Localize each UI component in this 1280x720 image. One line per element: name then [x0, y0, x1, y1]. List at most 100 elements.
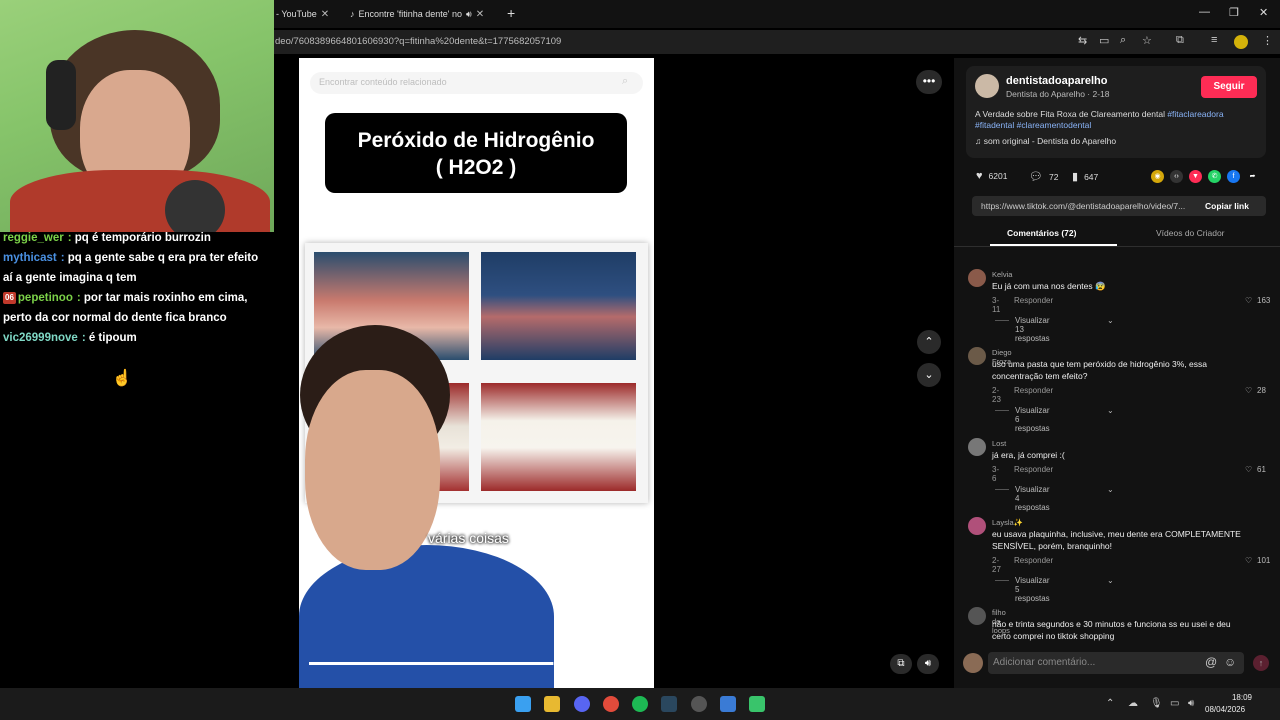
- file-explorer-icon[interactable]: [544, 696, 560, 712]
- tab-creator-videos[interactable]: Vídeos do Criador: [1156, 228, 1225, 238]
- close-icon[interactable]: ✕: [321, 9, 329, 20]
- mention-icon[interactable]: @: [1205, 655, 1217, 669]
- comment-username[interactable]: Kelvia: [992, 270, 1012, 279]
- whatsapp-icon[interactable]: ✆: [1208, 170, 1221, 183]
- chat-username[interactable]: vic26999nove: [3, 332, 78, 344]
- spotify-icon[interactable]: [632, 696, 648, 712]
- sound-link[interactable]: ♫ som original - Dentista do Aparelho: [975, 136, 1116, 146]
- hashtag-link[interactable]: #clareamentodental: [1017, 120, 1092, 130]
- follow-button[interactable]: Seguir: [1201, 76, 1257, 98]
- steam-icon[interactable]: [661, 696, 677, 712]
- chevron-down-icon[interactable]: ⌄: [1107, 485, 1114, 494]
- new-tab-button[interactable]: +: [507, 5, 515, 21]
- commenter-avatar[interactable]: [968, 607, 986, 625]
- reading-list-icon[interactable]: ≡: [1211, 34, 1217, 46]
- extensions-icon[interactable]: ⧉: [1176, 34, 1184, 47]
- microphone: [165, 180, 225, 232]
- copy-link-button[interactable]: Copiar link: [1205, 201, 1249, 211]
- comment-like-count[interactable]: 101: [1257, 556, 1270, 565]
- comment-like-count[interactable]: 61: [1257, 465, 1266, 474]
- chevron-down-icon[interactable]: ⌄: [1107, 316, 1114, 325]
- obs-icon[interactable]: [691, 696, 707, 712]
- view-replies-button[interactable]: Visualizar 5 respostas: [1015, 576, 1050, 603]
- cast-icon[interactable]: ▭: [1099, 34, 1109, 47]
- embed-icon[interactable]: ‹›: [1170, 170, 1183, 183]
- close-window-button[interactable]: ✕: [1259, 6, 1268, 19]
- comment-username[interactable]: Lost: [992, 439, 1006, 448]
- tab-tiktok[interactable]: ♪ Encontre 'fitinha dente' no 🔊︎ ✕: [350, 4, 484, 24]
- view-replies-button[interactable]: Visualizar 6 respostas: [1015, 406, 1050, 433]
- mini-player-button[interactable]: ⧉: [890, 654, 912, 674]
- url-text[interactable]: deo/7608389664801606930?q=fitinha%20dent…: [275, 36, 561, 47]
- close-icon[interactable]: ✕: [476, 9, 484, 20]
- heart-outline-icon[interactable]: ♡: [1245, 465, 1252, 474]
- hashtag-link[interactable]: #fitadental: [975, 120, 1014, 130]
- reply-button[interactable]: Responder: [1014, 386, 1053, 395]
- clock-date[interactable]: 08/04/2026: [1205, 705, 1245, 714]
- share-arrow-icon[interactable]: ➦: [1246, 170, 1259, 183]
- comment-button[interactable]: 💬︎ 72: [1029, 170, 1058, 183]
- chat-separator: :: [81, 332, 89, 344]
- tab-youtube[interactable]: - YouTube ✕: [276, 4, 329, 24]
- comment-like-count[interactable]: 28: [1257, 386, 1266, 395]
- send-comment-button[interactable]: ↑: [1253, 655, 1269, 671]
- video-title-line1: Peróxido de Hidrogênio: [357, 129, 595, 152]
- network-cloud-icon[interactable]: ☁: [1128, 698, 1138, 709]
- start-icon[interactable]: [515, 696, 531, 712]
- heart-outline-icon[interactable]: ♡: [1245, 556, 1252, 565]
- discord-icon[interactable]: [574, 696, 590, 712]
- comment-text: eu usava plaquinha, inclusive, meu dente…: [992, 529, 1241, 551]
- chat-username[interactable]: reggie_wer: [3, 232, 64, 244]
- volume-button[interactable]: 🔊︎: [917, 654, 939, 674]
- view-replies-button[interactable]: Visualizar 13 respostas: [1015, 316, 1050, 343]
- search-icon[interactable]: ⌕: [622, 75, 628, 88]
- reply-button[interactable]: Responder: [1014, 465, 1053, 474]
- like-button[interactable]: ♥ 6201: [976, 170, 1007, 182]
- chat-username[interactable]: pepetinoo: [18, 292, 73, 304]
- chrome-icon[interactable]: [603, 696, 619, 712]
- share-friends-icon[interactable]: ◉: [1151, 170, 1164, 183]
- send-icon[interactable]: ▼: [1189, 170, 1202, 183]
- microphone-icon[interactable]: 🎙︎: [1150, 698, 1163, 709]
- creator-avatar[interactable]: [975, 74, 999, 98]
- menu-icon[interactable]: ⋮: [1262, 34, 1273, 47]
- commenter-avatar[interactable]: [968, 438, 986, 456]
- tab-comments[interactable]: Comentários (72): [1007, 228, 1076, 238]
- facebook-icon[interactable]: f: [1227, 170, 1240, 183]
- profile-avatar[interactable]: [1234, 35, 1248, 49]
- volume-icon[interactable]: 🔊︎: [1188, 698, 1194, 709]
- chevron-down-icon[interactable]: ⌄: [1107, 576, 1114, 585]
- heart-outline-icon[interactable]: ♡: [1245, 296, 1252, 305]
- view-replies-button[interactable]: Visualizar 4 respostas: [1015, 485, 1050, 512]
- chat-username[interactable]: mythicast: [3, 252, 57, 264]
- zoom-icon[interactable]: ⌕: [1120, 34, 1126, 47]
- minimize-button[interactable]: —: [1199, 6, 1210, 18]
- creator-username[interactable]: dentistadoaparelho: [1006, 75, 1107, 87]
- app-icon[interactable]: [720, 696, 736, 712]
- more-options-button[interactable]: •••: [916, 70, 942, 94]
- hashtag-link[interactable]: #fitaclareadora: [1167, 109, 1223, 119]
- video-link[interactable]: https://www.tiktok.com/@dentistadoaparel…: [981, 201, 1185, 211]
- reply-button[interactable]: Responder: [1014, 296, 1053, 305]
- save-button[interactable]: ▮ 647: [1072, 170, 1098, 183]
- translate-icon[interactable]: ⇆: [1078, 34, 1087, 47]
- restore-button[interactable]: ❐: [1229, 6, 1239, 19]
- previous-video-button[interactable]: ⌃: [917, 330, 941, 354]
- commenter-avatar[interactable]: [968, 347, 986, 365]
- commenter-avatar[interactable]: [968, 517, 986, 535]
- comment-icon: 💬︎: [1029, 171, 1043, 183]
- reply-button[interactable]: Responder: [1014, 556, 1053, 565]
- clock-time[interactable]: 18:09: [1222, 693, 1252, 702]
- chevron-down-icon[interactable]: ⌄: [1107, 406, 1114, 415]
- comment-like-count[interactable]: 163: [1257, 296, 1270, 305]
- display-icon[interactable]: ▭: [1170, 698, 1179, 709]
- speaker-icon[interactable]: 🔊︎: [466, 9, 472, 20]
- tray-chevron-icon[interactable]: ⌃: [1106, 698, 1114, 709]
- bookmark-star-icon[interactable]: ☆: [1142, 34, 1152, 47]
- app-icon[interactable]: [749, 696, 765, 712]
- next-video-button[interactable]: ⌄: [917, 363, 941, 387]
- comment-username[interactable]: Laysla✨: [992, 518, 1023, 527]
- emoji-icon[interactable]: ☺: [1224, 655, 1236, 669]
- commenter-avatar[interactable]: [968, 269, 986, 287]
- heart-outline-icon[interactable]: ♡: [1245, 386, 1252, 395]
